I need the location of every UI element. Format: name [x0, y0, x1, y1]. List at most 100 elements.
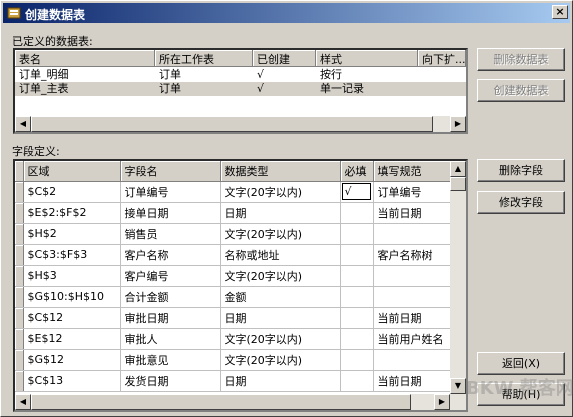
field-name-cell[interactable]: 发货日期 — [120, 370, 221, 392]
range-cell[interactable]: $C$3:$F$3 — [23, 244, 121, 266]
row-header[interactable] — [15, 202, 24, 224]
required-cell[interactable] — [340, 286, 374, 308]
rule-cell[interactable]: 当前用户姓名 — [373, 328, 454, 350]
data-type-cell[interactable]: 日期 — [220, 202, 341, 224]
scrollbar-thumb[interactable] — [31, 116, 433, 132]
range-cell[interactable]: $G$10:$H$10 — [23, 286, 121, 308]
column-header[interactable]: 必填 — [340, 161, 374, 182]
table-row[interactable]: $H$3 客户编号 文字(20字以内) — [15, 265, 454, 287]
row-header[interactable] — [15, 328, 24, 350]
column-header[interactable]: 已创建 — [253, 50, 316, 67]
data-type-cell[interactable]: 文字(20字以内) — [220, 181, 341, 203]
data-type-cell[interactable]: 文字(20字以内) — [220, 223, 341, 245]
rule-cell[interactable] — [373, 265, 454, 287]
required-cell[interactable] — [340, 202, 374, 224]
column-header[interactable]: 向下扩... — [418, 50, 466, 67]
required-cell[interactable] — [340, 307, 374, 329]
table-row[interactable]: $C$12 审批日期 日期 当前日期 — [15, 307, 454, 329]
scroll-right-icon[interactable]: ▶ — [450, 116, 466, 132]
list-item-selected[interactable]: 订单_主表 订单 √ 单一记录 — [15, 82, 466, 96]
range-cell[interactable]: $H$2 — [23, 223, 121, 245]
field-definition-grid[interactable]: 区域 字段名 数据类型 必填 填写规范 $C$2 订单编号 文字(20字以内) √ 订单… — [13, 159, 468, 412]
field-name-cell[interactable]: 销售员 — [120, 223, 221, 245]
row-header[interactable] — [15, 349, 24, 371]
modify-field-button[interactable]: 修改字段 — [477, 191, 565, 214]
rule-cell[interactable] — [373, 349, 454, 371]
help-button[interactable]: 帮助(H) — [477, 383, 565, 406]
column-header[interactable]: 所在工作表 — [155, 50, 253, 67]
scroll-up-icon[interactable]: ▲ — [450, 161, 466, 177]
row-header[interactable] — [15, 265, 24, 287]
row-header[interactable] — [15, 370, 24, 392]
range-cell[interactable]: $C$2 — [23, 181, 121, 203]
data-type-cell[interactable]: 日期 — [220, 370, 341, 392]
table-row[interactable]: $G$10:$H$10 合计金额 金额 — [15, 286, 454, 308]
range-cell[interactable]: $C$12 — [23, 307, 121, 329]
table-row[interactable]: $E$2:$F$2 接单日期 日期 当前日期 — [15, 202, 454, 224]
scrollbar-thumb[interactable] — [31, 394, 411, 410]
column-header[interactable]: 数据类型 — [220, 161, 341, 182]
required-cell[interactable] — [340, 265, 374, 287]
rule-cell[interactable]: 当前日期 — [373, 307, 454, 329]
required-cell[interactable] — [340, 244, 374, 266]
list-item[interactable]: 订单_明细 订单 √ 按行 — [15, 68, 466, 82]
range-cell[interactable]: $E$12 — [23, 328, 121, 350]
field-name-cell[interactable]: 合计金额 — [120, 286, 221, 308]
close-button[interactable]: × — [552, 5, 568, 19]
required-cell[interactable] — [340, 370, 374, 392]
range-cell[interactable]: $G$12 — [23, 349, 121, 371]
scroll-right-icon[interactable]: ▶ — [434, 394, 450, 410]
range-cell[interactable]: $E$2:$F$2 — [23, 202, 121, 224]
required-cell[interactable]: √ — [340, 181, 374, 203]
range-cell[interactable]: $H$3 — [23, 265, 121, 287]
data-type-cell[interactable]: 名称或地址 — [220, 244, 341, 266]
rule-cell[interactable]: 订单编号 — [373, 181, 454, 203]
field-name-cell[interactable]: 客户编号 — [120, 265, 221, 287]
column-header[interactable]: 样式 — [316, 50, 418, 67]
defined-tables-list[interactable]: 表名 所在工作表 已创建 样式 向下扩... 订单_明细 订单 √ 按行 订单_… — [13, 48, 468, 134]
table-row[interactable]: $C$13 发货日期 日期 当前日期 — [15, 370, 454, 392]
column-header[interactable]: 表名 — [15, 50, 155, 67]
table-row[interactable]: $H$2 销售员 文字(20字以内) — [15, 223, 454, 245]
horizontal-scrollbar[interactable]: ◀ ▶ — [15, 394, 466, 410]
row-header[interactable] — [15, 223, 24, 245]
required-cell[interactable] — [340, 328, 374, 350]
scroll-down-icon[interactable]: ▼ — [450, 378, 466, 394]
rule-cell[interactable]: 当前日期 — [373, 370, 454, 392]
back-button[interactable]: 返回(X) — [477, 352, 565, 375]
row-header[interactable] — [15, 286, 24, 308]
create-table-button[interactable]: 创建数据表 — [477, 79, 565, 102]
table-row[interactable]: $C$2 订单编号 文字(20字以内) √ 订单编号 — [15, 181, 454, 203]
table-row[interactable]: $G$12 审批意见 文字(20字以内) — [15, 349, 454, 371]
field-name-cell[interactable]: 审批意见 — [120, 349, 221, 371]
required-cell[interactable] — [340, 349, 374, 371]
scroll-left-icon[interactable]: ◀ — [15, 116, 31, 132]
data-type-cell[interactable]: 文字(20字以内) — [220, 349, 341, 371]
row-header[interactable] — [15, 181, 24, 203]
table-row[interactable]: $E$12 审批人 文字(20字以内) 当前用户姓名 — [15, 328, 454, 350]
field-name-cell[interactable]: 审批日期 — [120, 307, 221, 329]
field-name-cell[interactable]: 审批人 — [120, 328, 221, 350]
horizontal-scrollbar[interactable]: ◀ ▶ — [15, 116, 466, 132]
data-type-cell[interactable]: 文字(20字以内) — [220, 265, 341, 287]
field-name-cell[interactable]: 接单日期 — [120, 202, 221, 224]
field-name-cell[interactable]: 客户名称 — [120, 244, 221, 266]
column-header[interactable]: 字段名 — [120, 161, 221, 182]
rule-cell[interactable] — [373, 286, 454, 308]
scroll-left-icon[interactable]: ◀ — [15, 394, 31, 410]
column-header[interactable]: 区域 — [23, 161, 121, 182]
field-name-cell[interactable]: 订单编号 — [120, 181, 221, 203]
rule-cell[interactable] — [373, 223, 454, 245]
row-header[interactable] — [15, 244, 24, 266]
data-type-cell[interactable]: 文字(20字以内) — [220, 328, 341, 350]
vertical-scrollbar[interactable]: ▲ ▼ — [450, 161, 466, 410]
data-type-cell[interactable]: 金额 — [220, 286, 341, 308]
delete-field-button[interactable]: 删除字段 — [477, 159, 565, 182]
row-header[interactable] — [15, 307, 24, 329]
column-header[interactable]: 填写规范 — [373, 161, 454, 182]
range-cell[interactable]: $C$13 — [23, 370, 121, 392]
scrollbar-thumb[interactable] — [450, 177, 466, 191]
required-cell[interactable] — [340, 223, 374, 245]
rule-cell[interactable]: 客户名称树 — [373, 244, 454, 266]
delete-table-button[interactable]: 删除数据表 — [477, 48, 565, 71]
